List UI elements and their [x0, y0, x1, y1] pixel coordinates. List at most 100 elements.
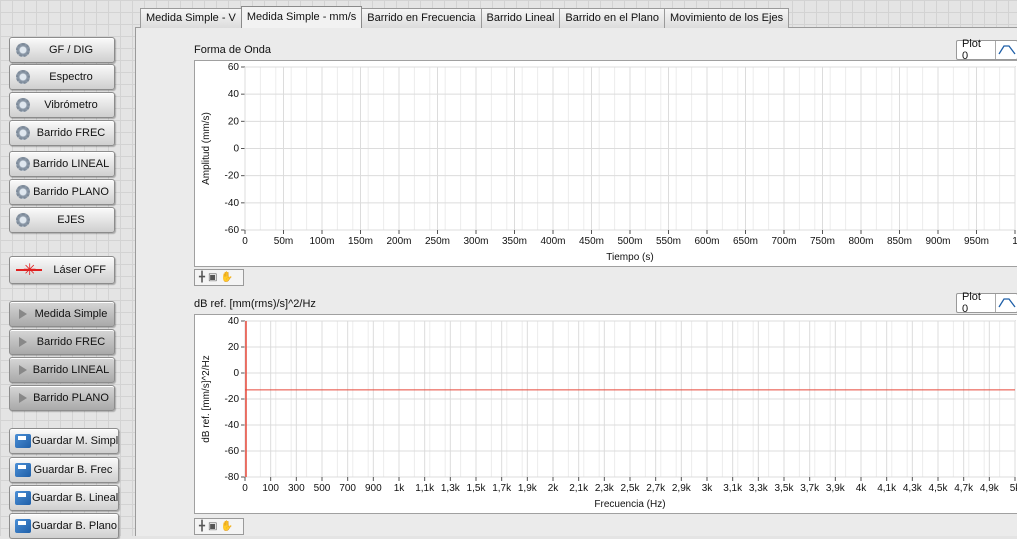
- button-label: Barrido PLANO: [33, 186, 109, 198]
- play-icon: [14, 361, 32, 379]
- vibrometro-button[interactable]: Vibrómetro: [9, 92, 115, 118]
- gear-icon: [14, 124, 32, 142]
- save-icon: [14, 461, 32, 479]
- button-label: Guardar B. Frec: [33, 464, 113, 476]
- x-tick-label: 100: [262, 483, 279, 494]
- gf-dig-button[interactable]: GF / DIG: [9, 37, 115, 63]
- x-tick-label: 850m: [887, 236, 912, 247]
- x-tick-label: 1,5k: [467, 483, 487, 494]
- x-tick-label: 2,7k: [646, 483, 666, 494]
- barrido-plano-mode-button[interactable]: Barrido PLANO: [9, 179, 115, 205]
- x-tick-label: 650m: [733, 236, 758, 247]
- waveform-chart[interactable]: 60 40 20 0 -20 -40 -60 0 50m 100m 150m 200m 250m 300m…: [194, 60, 1017, 267]
- button-label: Barrido PLANO: [33, 392, 109, 404]
- tab-barrido-plano[interactable]: Barrido en el Plano: [559, 8, 665, 28]
- espectro-button[interactable]: Espectro: [9, 64, 115, 90]
- plot-legend[interactable]: Plot 0: [956, 291, 1017, 315]
- x-tick-label: 2,9k: [672, 483, 692, 494]
- run-medida-simple-button[interactable]: Medida Simple: [9, 301, 115, 327]
- spectrum-chart-svg: 40200-20-40-60-800 100 300 500 700 900 1k 1,1k 1…: [201, 316, 1017, 510]
- x-tick-label: 900m: [925, 236, 950, 247]
- gear-icon: [14, 155, 32, 173]
- graph-palette[interactable]: ╋ ▣ ✋: [194, 518, 244, 535]
- y-tick-label: -20: [225, 394, 240, 405]
- play-icon: [14, 389, 32, 407]
- barrido-lineal-mode-button[interactable]: Barrido LINEAL: [9, 151, 115, 177]
- gear-icon: [14, 183, 32, 201]
- guardar-b-lineal-button[interactable]: Guardar B. Lineal: [9, 485, 119, 511]
- x-tick-label: 4,3k: [903, 483, 923, 494]
- x-tick-label: 500m: [617, 236, 642, 247]
- x-tick-label: 2k: [548, 483, 560, 494]
- run-barrido-lineal-button[interactable]: Barrido LINEAL: [9, 357, 115, 383]
- x-tick-label: 700m: [771, 236, 796, 247]
- x-tick-label: 1,9k: [518, 483, 538, 494]
- x-tick-label: 150m: [348, 236, 373, 247]
- tab-medida-simple-v[interactable]: Medida Simple - V: [140, 8, 242, 28]
- x-axis-label: Frecuencia (Hz): [594, 499, 665, 510]
- button-label: Vibrómetro: [44, 99, 98, 111]
- guardar-b-frec-button[interactable]: Guardar B. Frec: [9, 457, 119, 483]
- button-label: Guardar B. Plano: [32, 520, 117, 532]
- laser-toggle-button[interactable]: Láser OFF: [9, 256, 115, 284]
- ejes-button[interactable]: EJES: [9, 207, 115, 233]
- button-label: Barrido FREC: [36, 127, 106, 139]
- gear-icon: [14, 68, 32, 86]
- y-tick-label: -40: [225, 420, 240, 431]
- pan-tool-icon[interactable]: ✋: [220, 272, 232, 283]
- x-tick-label: 250m: [425, 236, 450, 247]
- guardar-b-plano-button[interactable]: Guardar B. Plano: [9, 513, 119, 539]
- run-barrido-frec-button[interactable]: Barrido FREC: [9, 329, 115, 355]
- x-tick-label: 900: [365, 483, 382, 494]
- x-tick-label: 450m: [579, 236, 604, 247]
- button-label: GF / DIG: [49, 44, 93, 56]
- x-tick-label: 3k: [702, 483, 714, 494]
- y-axis-label: Amplitud (mm/s): [201, 112, 212, 185]
- pan-tool-icon[interactable]: ✋: [220, 521, 232, 532]
- x-tick-label: 1,3k: [441, 483, 461, 494]
- graph-palette[interactable]: ╋ ▣ ✋: [194, 269, 244, 286]
- y-tick-label: -20: [225, 171, 240, 182]
- plot-legend[interactable]: Plot 0: [956, 38, 1017, 62]
- tab-barrido-lineal[interactable]: Barrido Lineal: [480, 8, 561, 28]
- x-tick-label: 3,1k: [723, 483, 743, 494]
- x-tick-label: 800m: [848, 236, 873, 247]
- save-icon: [14, 432, 32, 450]
- x-tick-label: 2,1k: [569, 483, 589, 494]
- x-tick-label: 200m: [386, 236, 411, 247]
- cursor-tool-icon[interactable]: ╋: [199, 272, 205, 283]
- guardar-m-simple-button[interactable]: Guardar M. Simple: [9, 428, 119, 454]
- x-tick-label: 400m: [540, 236, 565, 247]
- laser-icon: [14, 260, 44, 280]
- x-tick-label: 1,7k: [492, 483, 512, 494]
- zoom-tool-icon[interactable]: ▣: [208, 521, 217, 532]
- x-tick-label: 100m: [309, 236, 334, 247]
- play-icon: [14, 333, 32, 351]
- barrido-frec-mode-button[interactable]: Barrido FREC: [9, 120, 115, 146]
- tab-movimiento-ejes[interactable]: Movimiento de los Ejes: [663, 8, 790, 28]
- gear-icon: [14, 41, 32, 59]
- tab-medida-simple-mms[interactable]: Medida Simple - mm/s: [240, 6, 363, 28]
- spectrum-chart-title: dB ref. [mm(rms)/s]^2/Hz: [194, 298, 316, 310]
- tab-content-panel: Forma de Onda Plot 0 60 40 20 0 -20 -40 -60 0 50…: [135, 27, 1017, 536]
- legend-label: Plot 0: [962, 291, 981, 315]
- line-style-icon: [995, 41, 1017, 59]
- button-label: Espectro: [49, 71, 93, 83]
- save-icon: [14, 489, 32, 507]
- x-tick-label: 5k: [1010, 483, 1017, 494]
- x-tick-label: 950m: [964, 236, 989, 247]
- run-barrido-plano-button[interactable]: Barrido PLANO: [9, 385, 115, 411]
- x-tick-label: 0: [242, 483, 248, 494]
- zoom-tool-icon[interactable]: ▣: [208, 272, 217, 283]
- x-tick-label: 1,1k: [415, 483, 435, 494]
- button-label: Guardar M. Simple: [32, 435, 119, 447]
- x-tick-label: 3,9k: [826, 483, 846, 494]
- x-tick-label: 750m: [810, 236, 835, 247]
- cursor-tool-icon[interactable]: ╋: [199, 521, 205, 532]
- y-tick-label: -60: [225, 446, 240, 457]
- x-tick-label: 550m: [656, 236, 681, 247]
- spectrum-chart[interactable]: 40 20 0 -20 -40 -60 -80 0 100 300 500 700 900 1k 1,1k 1…: [194, 314, 1017, 514]
- tab-barrido-frecuencia[interactable]: Barrido en Frecuencia: [361, 8, 482, 28]
- y-tick-label: 0: [233, 368, 239, 379]
- button-label: Barrido LINEAL: [32, 158, 110, 170]
